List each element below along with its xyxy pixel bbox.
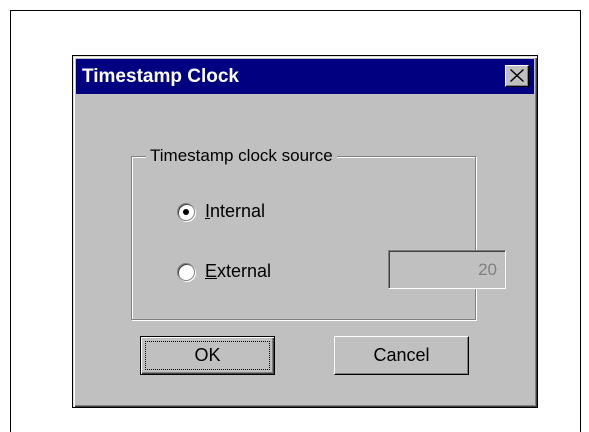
radio-external[interactable]: External bbox=[177, 261, 271, 282]
label-rest-external: xternal bbox=[217, 261, 272, 281]
radio-external-label: External bbox=[205, 261, 271, 282]
radio-internal-button[interactable] bbox=[177, 202, 195, 221]
label-rest-internal: nternal bbox=[210, 201, 266, 221]
cancel-button-label: Cancel bbox=[373, 345, 430, 365]
group-legend: Timestamp clock source bbox=[146, 145, 337, 167]
ok-button-label: OK bbox=[194, 345, 221, 365]
radio-internal[interactable]: Internal bbox=[177, 201, 265, 222]
mnemonic-e: E bbox=[205, 261, 218, 281]
close-x-icon bbox=[510, 69, 524, 82]
radio-selected-dot bbox=[183, 208, 189, 215]
frame-line-left bbox=[10, 10, 11, 432]
timestamp-clock-dialog: Timestamp Clock Timestamp clock source I… bbox=[72, 55, 538, 408]
radio-internal-label: Internal bbox=[205, 201, 265, 222]
clock-source-group: Timestamp clock source Internal External… bbox=[131, 145, 506, 320]
cancel-button[interactable]: Cancel bbox=[334, 336, 469, 375]
screenshot-page: Timestamp Clock Timestamp clock source I… bbox=[0, 0, 589, 432]
frame-line-right bbox=[580, 10, 581, 432]
frame-line-top bbox=[10, 10, 580, 11]
external-frequency-field[interactable]: 20 bbox=[388, 250, 506, 289]
radio-external-button[interactable] bbox=[177, 262, 195, 281]
title-bar[interactable]: Timestamp Clock bbox=[76, 59, 534, 94]
ok-button[interactable]: OK bbox=[140, 336, 275, 375]
close-button[interactable] bbox=[505, 65, 529, 87]
dialog-title: Timestamp Clock bbox=[82, 66, 239, 87]
